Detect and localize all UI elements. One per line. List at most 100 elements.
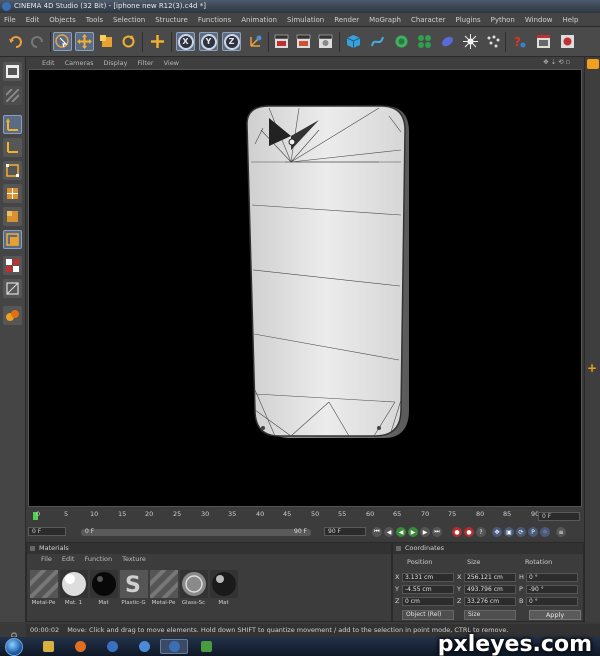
coordinate-mode-dropdown[interactable]: Object (Rel)	[402, 610, 454, 620]
go-to-end-icon[interactable]: ⏭	[432, 527, 442, 537]
viewport-menu-view[interactable]: View	[164, 59, 179, 67]
rotation-p-field[interactable]: -90 °	[526, 584, 578, 594]
rotation-h-field[interactable]: 0 °	[526, 572, 578, 582]
rotation-b-field[interactable]: 0 °	[526, 596, 578, 606]
timeline-settings-icon[interactable]: ≡	[556, 527, 566, 537]
object-axis-mode-icon[interactable]	[3, 115, 22, 134]
next-key-icon[interactable]: ▶	[420, 527, 430, 537]
materials-menu-texture[interactable]: Texture	[122, 555, 146, 563]
help-icon[interactable]: ?	[510, 32, 529, 51]
world-coordinates-icon[interactable]	[246, 32, 265, 51]
array-icon[interactable]	[415, 32, 434, 51]
material-swatch[interactable]: Mat. 1	[59, 570, 88, 606]
polygons-mode-icon[interactable]	[3, 207, 22, 226]
explorer-taskbar-icon[interactable]	[34, 639, 62, 654]
end-frame-field[interactable]: 90 F	[324, 527, 366, 536]
firefox-taskbar-icon[interactable]	[66, 639, 94, 654]
go-to-start-icon[interactable]: ⏮	[372, 527, 382, 537]
menu-character[interactable]: Character	[411, 16, 446, 24]
point-level-key-icon[interactable]: ⁘	[540, 527, 550, 537]
menu-animation[interactable]: Animation	[241, 16, 277, 24]
snapping-icon[interactable]	[3, 306, 22, 325]
menu-structure[interactable]: Structure	[155, 16, 188, 24]
spline-icon[interactable]	[368, 32, 387, 51]
y-axis-lock-button[interactable]: Y	[199, 32, 218, 51]
materials-menu-edit[interactable]: Edit	[62, 555, 75, 563]
z-axis-lock-button[interactable]: Z	[222, 32, 241, 51]
material-swatch[interactable]: S Plastic-G	[119, 570, 148, 606]
model-mode-icon[interactable]	[3, 62, 22, 81]
cube-primitive-icon[interactable]	[344, 32, 363, 51]
start-frame-field[interactable]: 0 F	[28, 527, 66, 536]
viewport-menu-edit[interactable]: Edit	[42, 59, 55, 67]
menu-help[interactable]: Help	[562, 16, 578, 24]
menu-functions[interactable]: Functions	[198, 16, 231, 24]
position-x-field[interactable]: 3.131 cm	[402, 572, 454, 582]
rotate-icon[interactable]	[119, 32, 138, 51]
viewport-menu-filter[interactable]: Filter	[137, 59, 153, 67]
ie-taskbar-icon[interactable]	[130, 639, 158, 654]
size-y-field[interactable]: 493.796 cm	[464, 584, 516, 594]
menu-render[interactable]: Render	[334, 16, 359, 24]
menu-edit[interactable]: Edit	[26, 16, 40, 24]
edges-mode-icon[interactable]	[3, 184, 22, 203]
scale-key-icon[interactable]: ▣	[504, 527, 514, 537]
preview-range-slider[interactable]: 0 F 90 F	[81, 528, 311, 536]
cinema4d-taskbar-icon[interactable]	[160, 639, 188, 654]
position-key-icon[interactable]: ✥	[492, 527, 502, 537]
materials-menu-file[interactable]: File	[41, 555, 52, 563]
autokeying-icon[interactable]: ●	[464, 527, 474, 537]
render-view-icon[interactable]	[272, 32, 291, 51]
apply-button[interactable]: Apply	[529, 610, 581, 620]
deformer-icon[interactable]	[438, 32, 457, 51]
menu-python[interactable]: Python	[491, 16, 515, 24]
workplane-icon[interactable]	[3, 279, 22, 298]
nurbs-icon[interactable]	[392, 32, 411, 51]
viewport-menu-display[interactable]: Display	[104, 59, 128, 67]
start-button[interactable]	[5, 638, 23, 656]
3d-viewport[interactable]	[28, 69, 582, 507]
menu-selection[interactable]: Selection	[113, 16, 145, 24]
timeline-ruler[interactable]: 0 5 10 15 20 25 30 35 40 45 50 55 60 65 …	[31, 510, 561, 522]
axis-icon[interactable]	[3, 138, 22, 157]
menu-mograph[interactable]: MoGraph	[369, 16, 401, 24]
material-swatch[interactable]: Glass-Sc	[179, 570, 208, 606]
rotation-key-icon[interactable]: ⟳	[516, 527, 526, 537]
material-swatch[interactable]: Mat	[89, 570, 118, 606]
render-picture-viewer-icon[interactable]	[294, 32, 313, 51]
live-selection-icon[interactable]	[53, 32, 72, 51]
render-settings-icon[interactable]	[316, 32, 335, 51]
viewport-navigation-icons[interactable]: ✥⇣⟲▫	[543, 58, 572, 66]
size-mode-dropdown[interactable]: Size	[464, 610, 516, 620]
menu-file[interactable]: File	[4, 16, 16, 24]
media-player-taskbar-icon[interactable]	[98, 639, 126, 654]
keyframe-selection-icon[interactable]: ?	[476, 527, 486, 537]
parameter-key-icon[interactable]: P	[528, 527, 538, 537]
current-frame-field[interactable]: 0 F	[538, 512, 580, 521]
undo-icon[interactable]	[6, 32, 25, 51]
menu-objects[interactable]: Objects	[49, 16, 75, 24]
position-y-field[interactable]: -4.55 cm	[402, 584, 454, 594]
position-z-field[interactable]: 0 cm	[402, 596, 454, 606]
environment-icon[interactable]	[484, 32, 503, 51]
menu-simulation[interactable]: Simulation	[287, 16, 324, 24]
scale-icon[interactable]	[97, 32, 116, 51]
texture-mode-icon[interactable]	[3, 86, 22, 105]
material-swatch[interactable]: Metal-Pe	[141, 561, 186, 607]
points-mode-icon[interactable]	[3, 161, 22, 180]
layout-icon[interactable]	[534, 32, 553, 51]
object-manager-tab-icon[interactable]	[587, 59, 599, 69]
interactive-render-icon[interactable]	[558, 32, 577, 51]
material-swatch[interactable]: Mat	[209, 570, 238, 606]
redo-icon[interactable]	[28, 32, 47, 51]
materials-menu-function[interactable]: Function	[84, 555, 112, 563]
move-icon[interactable]	[75, 32, 94, 51]
size-z-field[interactable]: 33.276 cm	[464, 596, 516, 606]
menu-tools[interactable]: Tools	[86, 16, 103, 24]
enable-axis-icon[interactable]	[3, 230, 22, 249]
app-taskbar-icon[interactable]	[192, 639, 220, 654]
menu-plugins[interactable]: Plugins	[456, 16, 481, 24]
record-active-objects-icon[interactable]: ●	[452, 527, 462, 537]
menu-window[interactable]: Window	[525, 16, 553, 24]
size-x-field[interactable]: 256.121 cm	[464, 572, 516, 582]
